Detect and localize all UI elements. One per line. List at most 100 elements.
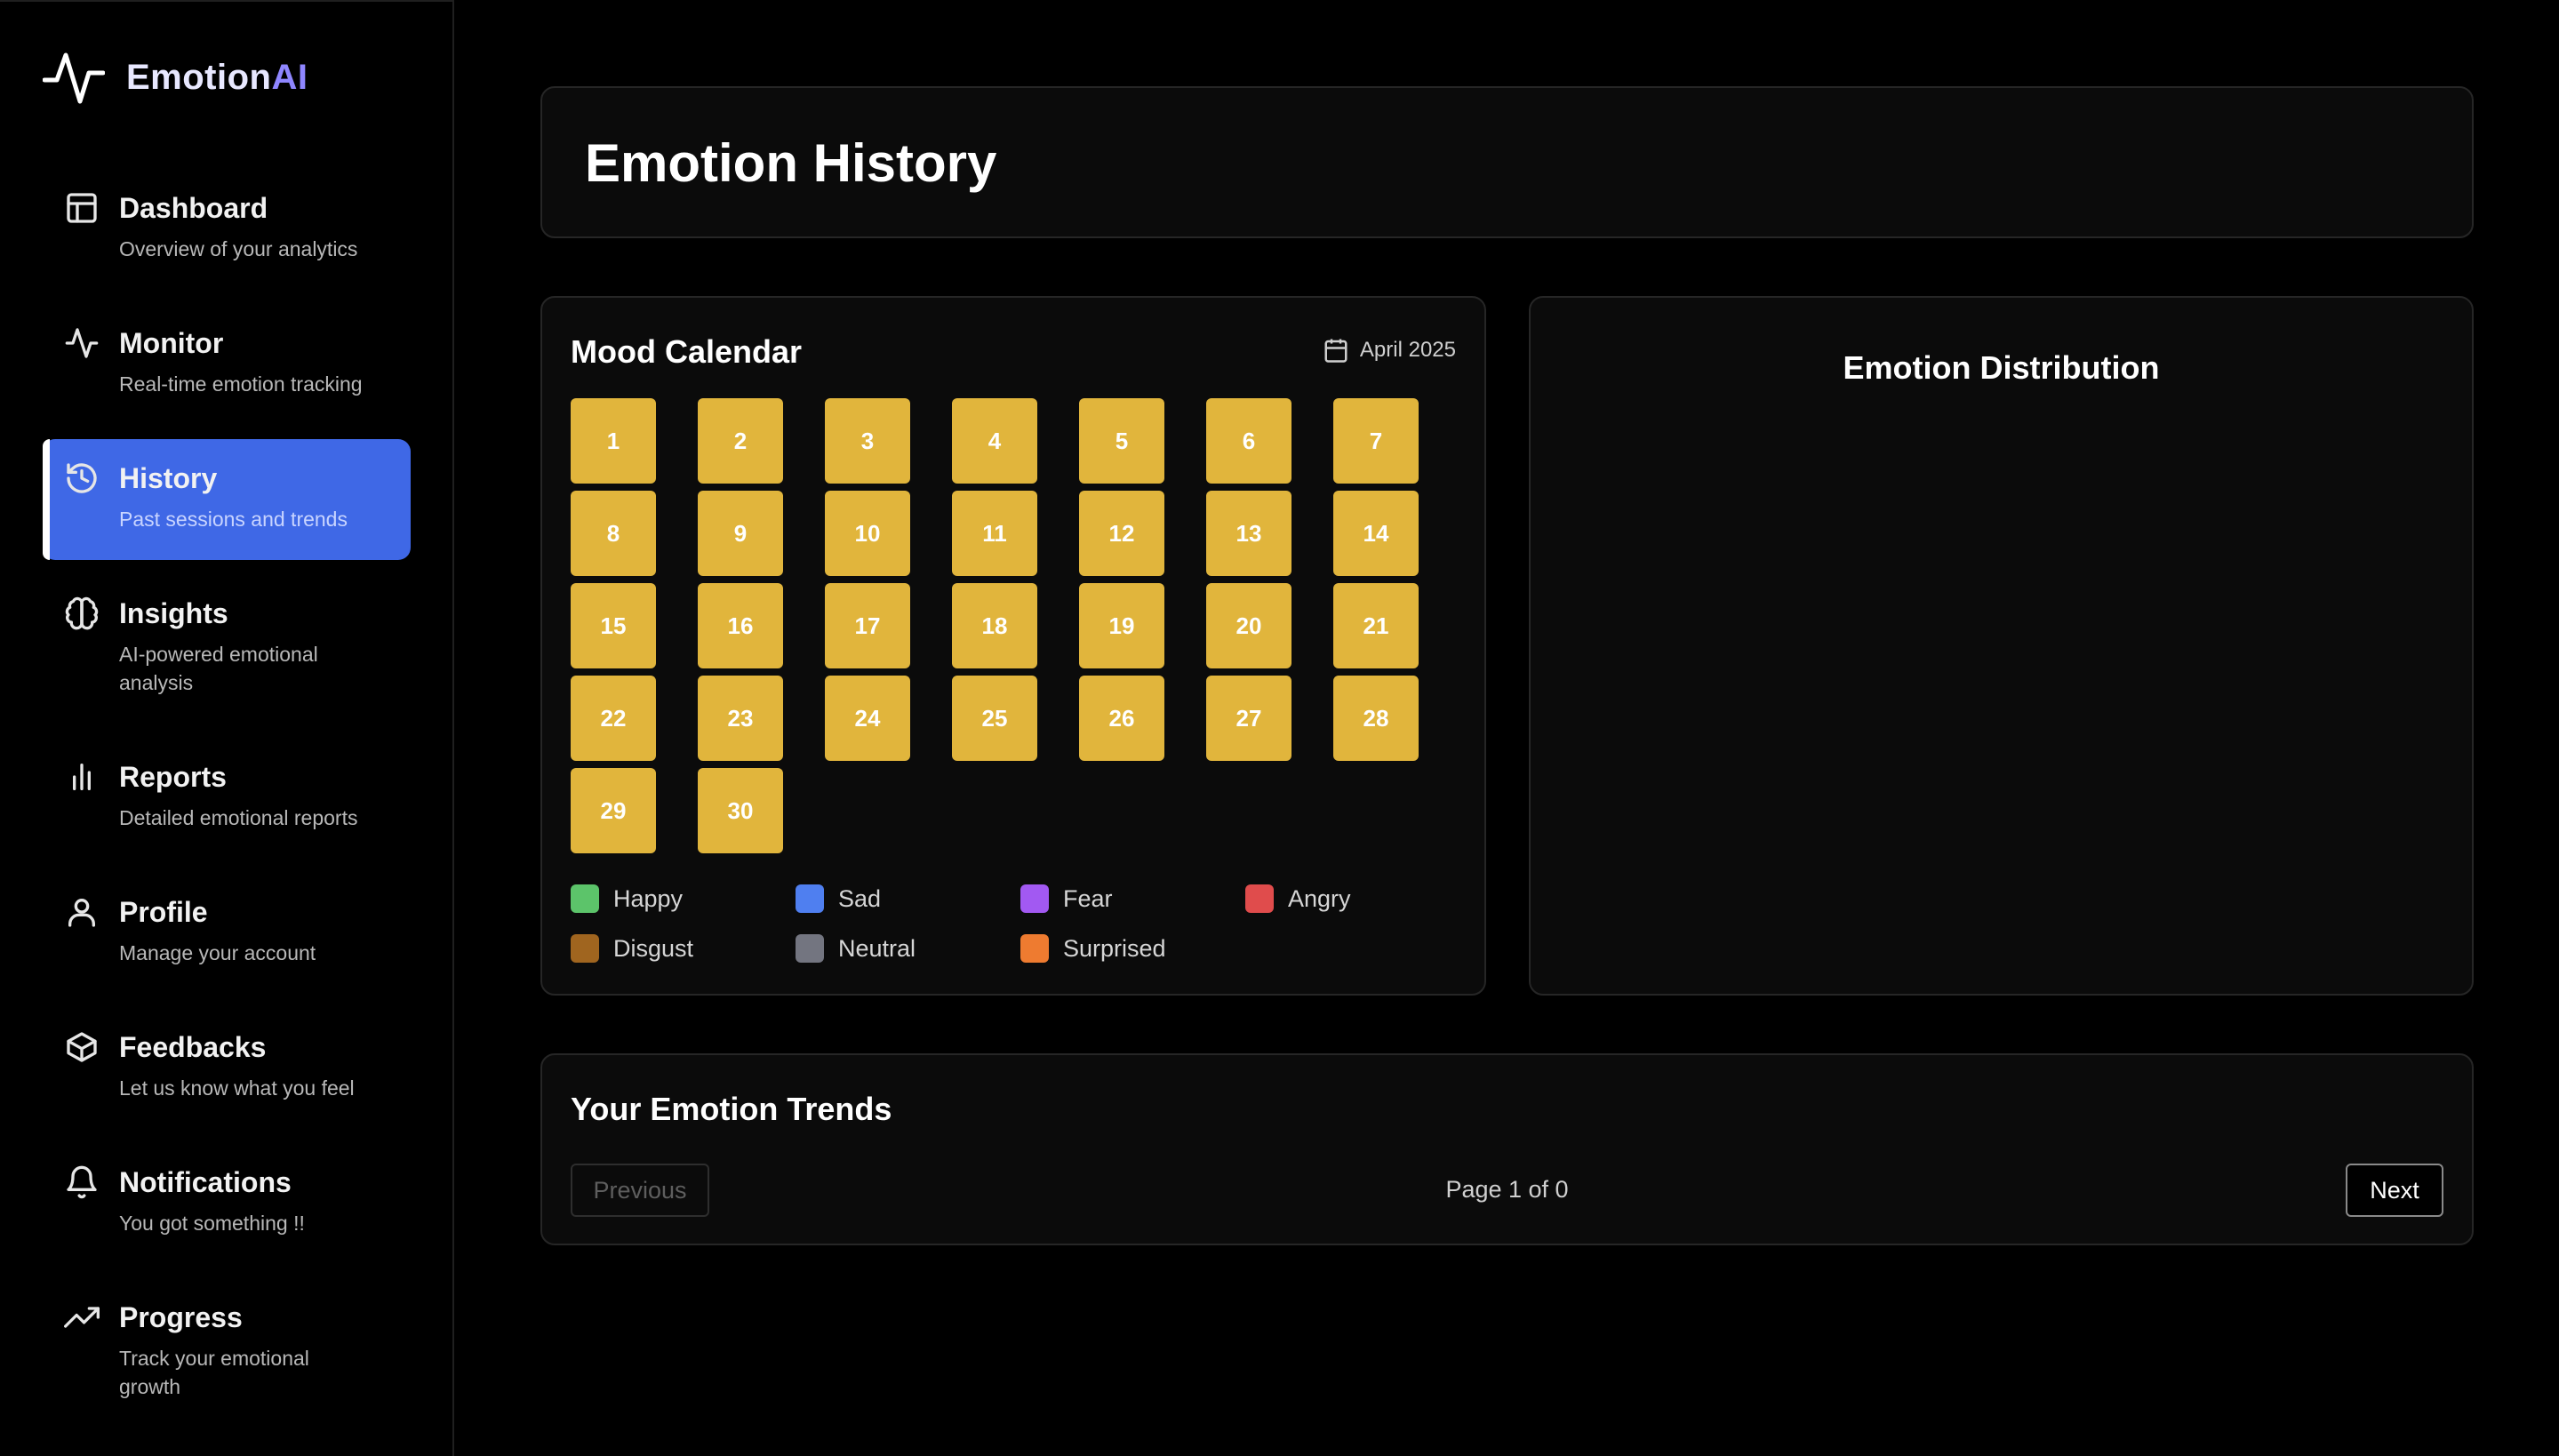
calendar-day[interactable]: 17: [825, 583, 910, 668]
calendar-day[interactable]: 27: [1206, 676, 1291, 761]
legend-label: Surprised: [1063, 934, 1166, 962]
calendar-day[interactable]: 5: [1079, 398, 1164, 484]
calendar-day[interactable]: 20: [1206, 583, 1291, 668]
app-root: EmotionAI Dashboard Overview of your ana…: [0, 0, 2559, 1456]
emotion-trends-title: Your Emotion Trends: [571, 1091, 892, 1127]
calendar-day[interactable]: 15: [571, 583, 656, 668]
calendar-month-label: April 2025: [1323, 337, 1456, 364]
calendar-day[interactable]: 4: [952, 398, 1037, 484]
calendar-day[interactable]: 8: [571, 491, 656, 576]
brand-logo[interactable]: EmotionAI: [43, 48, 308, 107]
legend-swatch: [571, 884, 599, 913]
calendar-icon: [1324, 339, 1347, 363]
sidebar-item-desc: Track your emotional growth: [119, 1347, 309, 1398]
brand-name: EmotionAI: [126, 58, 308, 98]
calendar-day[interactable]: 21: [1333, 583, 1419, 668]
page-title: Emotion History: [585, 133, 997, 193]
legend-swatch: [796, 934, 824, 963]
calendar-day[interactable]: 16: [698, 583, 783, 668]
calendar-day[interactable]: 14: [1333, 491, 1419, 576]
mood-calendar-title: Mood Calendar: [571, 333, 803, 370]
calendar-day[interactable]: 11: [952, 491, 1037, 576]
legend-swatch: [1020, 884, 1049, 913]
legend-label: Fear: [1063, 884, 1113, 912]
legend-item: Surprised: [1020, 934, 1245, 963]
legend-label: Neutral: [838, 934, 916, 962]
brand-name-part2: AI: [271, 57, 308, 97]
sidebar-item-feedbacks[interactable]: Feedbacks Let us know what you feel: [43, 1008, 411, 1129]
sidebar-item-history[interactable]: History Past sessions and trends: [43, 439, 411, 560]
calendar-day[interactable]: 2: [698, 398, 783, 484]
calendar-day[interactable]: 29: [571, 768, 656, 853]
mood-calendar-card: Mood Calendar April 2025 1 2 3 4 5 6 7 8 9 10 11 12…: [540, 296, 1486, 996]
legend-swatch: [571, 934, 599, 963]
calendar-day[interactable]: 3: [825, 398, 910, 484]
page-indicator: Page 1 of 0: [1445, 1176, 1569, 1203]
sidebar-item-insights[interactable]: Insights AI-powered emotional analysis: [43, 574, 411, 724]
calendar-day[interactable]: 28: [1333, 676, 1419, 761]
sidebar-item-desc: You got something !!: [119, 1212, 305, 1235]
legend-swatch: [1020, 934, 1049, 963]
calendar-day[interactable]: 1: [571, 398, 656, 484]
calendar-day[interactable]: 12: [1079, 491, 1164, 576]
calendar-day[interactable]: 6: [1206, 398, 1291, 484]
sidebar-item-desc: Manage your account: [119, 941, 316, 964]
legend-item: Disgust: [571, 934, 796, 963]
calendar-day[interactable]: 24: [825, 676, 910, 761]
bar-chart-icon: [64, 759, 100, 795]
sidebar-item-desc: Detailed emotional reports: [119, 806, 358, 829]
sidebar-item-label: Progress: [119, 1301, 243, 1333]
sidebar-item-profile[interactable]: Profile Manage your account: [43, 873, 411, 994]
legend-item: Angry: [1245, 884, 1470, 913]
user-icon: [64, 894, 100, 930]
emotion-legend: Happy Sad Fear Angry Disgust Neutral Surprised: [571, 884, 1459, 963]
calendar-day[interactable]: 19: [1079, 583, 1164, 668]
legend-item: Happy: [571, 884, 796, 913]
calendar-day[interactable]: 22: [571, 676, 656, 761]
calendar-day[interactable]: 30: [698, 768, 783, 853]
legend-swatch: [1245, 884, 1274, 913]
calendar-day[interactable]: 23: [698, 676, 783, 761]
sidebar-item-label: Monitor: [119, 327, 224, 359]
sidebar-item-reports[interactable]: Reports Detailed emotional reports: [43, 738, 411, 859]
sidebar-item-desc: Overview of your analytics: [119, 237, 358, 260]
legend-label: Angry: [1288, 884, 1351, 912]
sidebar: EmotionAI Dashboard Overview of your ana…: [0, 0, 454, 1456]
calendar-day[interactable]: 7: [1333, 398, 1419, 484]
pulse-logo-icon: [43, 52, 105, 104]
calendar-grid: 1 2 3 4 5 6 7 8 9 10 11 12 13 14 15 16 17 18 19 20 21 22 23 24 2…: [571, 398, 1419, 853]
sidebar-nav: Dashboard Overview of your analytics Mon…: [43, 169, 411, 1442]
sidebar-item-label: Feedbacks: [119, 1031, 267, 1063]
sidebar-item-label: Dashboard: [119, 192, 268, 224]
legend-item: Neutral: [796, 934, 1020, 963]
sidebar-item-desc: Past sessions and trends: [119, 508, 348, 531]
calendar-day[interactable]: 18: [952, 583, 1037, 668]
calendar-day[interactable]: 25: [952, 676, 1037, 761]
history-icon: [64, 460, 100, 496]
legend-item: Sad: [796, 884, 1020, 913]
sidebar-item-label: Reports: [119, 761, 227, 793]
legend-label: Happy: [613, 884, 684, 912]
calendar-day[interactable]: 10: [825, 491, 910, 576]
sidebar-item-desc: Let us know what you feel: [119, 1076, 355, 1100]
sidebar-item-label: Profile: [119, 896, 208, 928]
package-icon: [64, 1029, 100, 1065]
layout-icon: [64, 190, 100, 226]
sidebar-item-progress[interactable]: Progress Track your emotional growth: [43, 1278, 411, 1428]
calendar-day[interactable]: 13: [1206, 491, 1291, 576]
sidebar-item-dashboard[interactable]: Dashboard Overview of your analytics: [43, 169, 411, 290]
calendar-day[interactable]: 9: [698, 491, 783, 576]
brain-icon: [64, 596, 100, 631]
emotion-distribution-card: Emotion Distribution: [1529, 296, 2474, 996]
next-button[interactable]: Next: [2346, 1164, 2443, 1217]
sidebar-item-desc: AI-powered emotional analysis: [119, 643, 318, 694]
legend-swatch: [796, 884, 824, 913]
bell-icon: [64, 1164, 100, 1200]
emotion-distribution-title: Emotion Distribution: [1843, 349, 2160, 386]
calendar-day[interactable]: 26: [1079, 676, 1164, 761]
sidebar-item-desc: Real-time emotion tracking: [119, 372, 363, 396]
sidebar-item-monitor[interactable]: Monitor Real-time emotion tracking: [43, 304, 411, 425]
brand-name-part1: Emotion: [126, 57, 272, 97]
sidebar-item-notifications[interactable]: Notifications You got something !!: [43, 1143, 411, 1264]
sidebar-item-label: History: [119, 462, 218, 494]
